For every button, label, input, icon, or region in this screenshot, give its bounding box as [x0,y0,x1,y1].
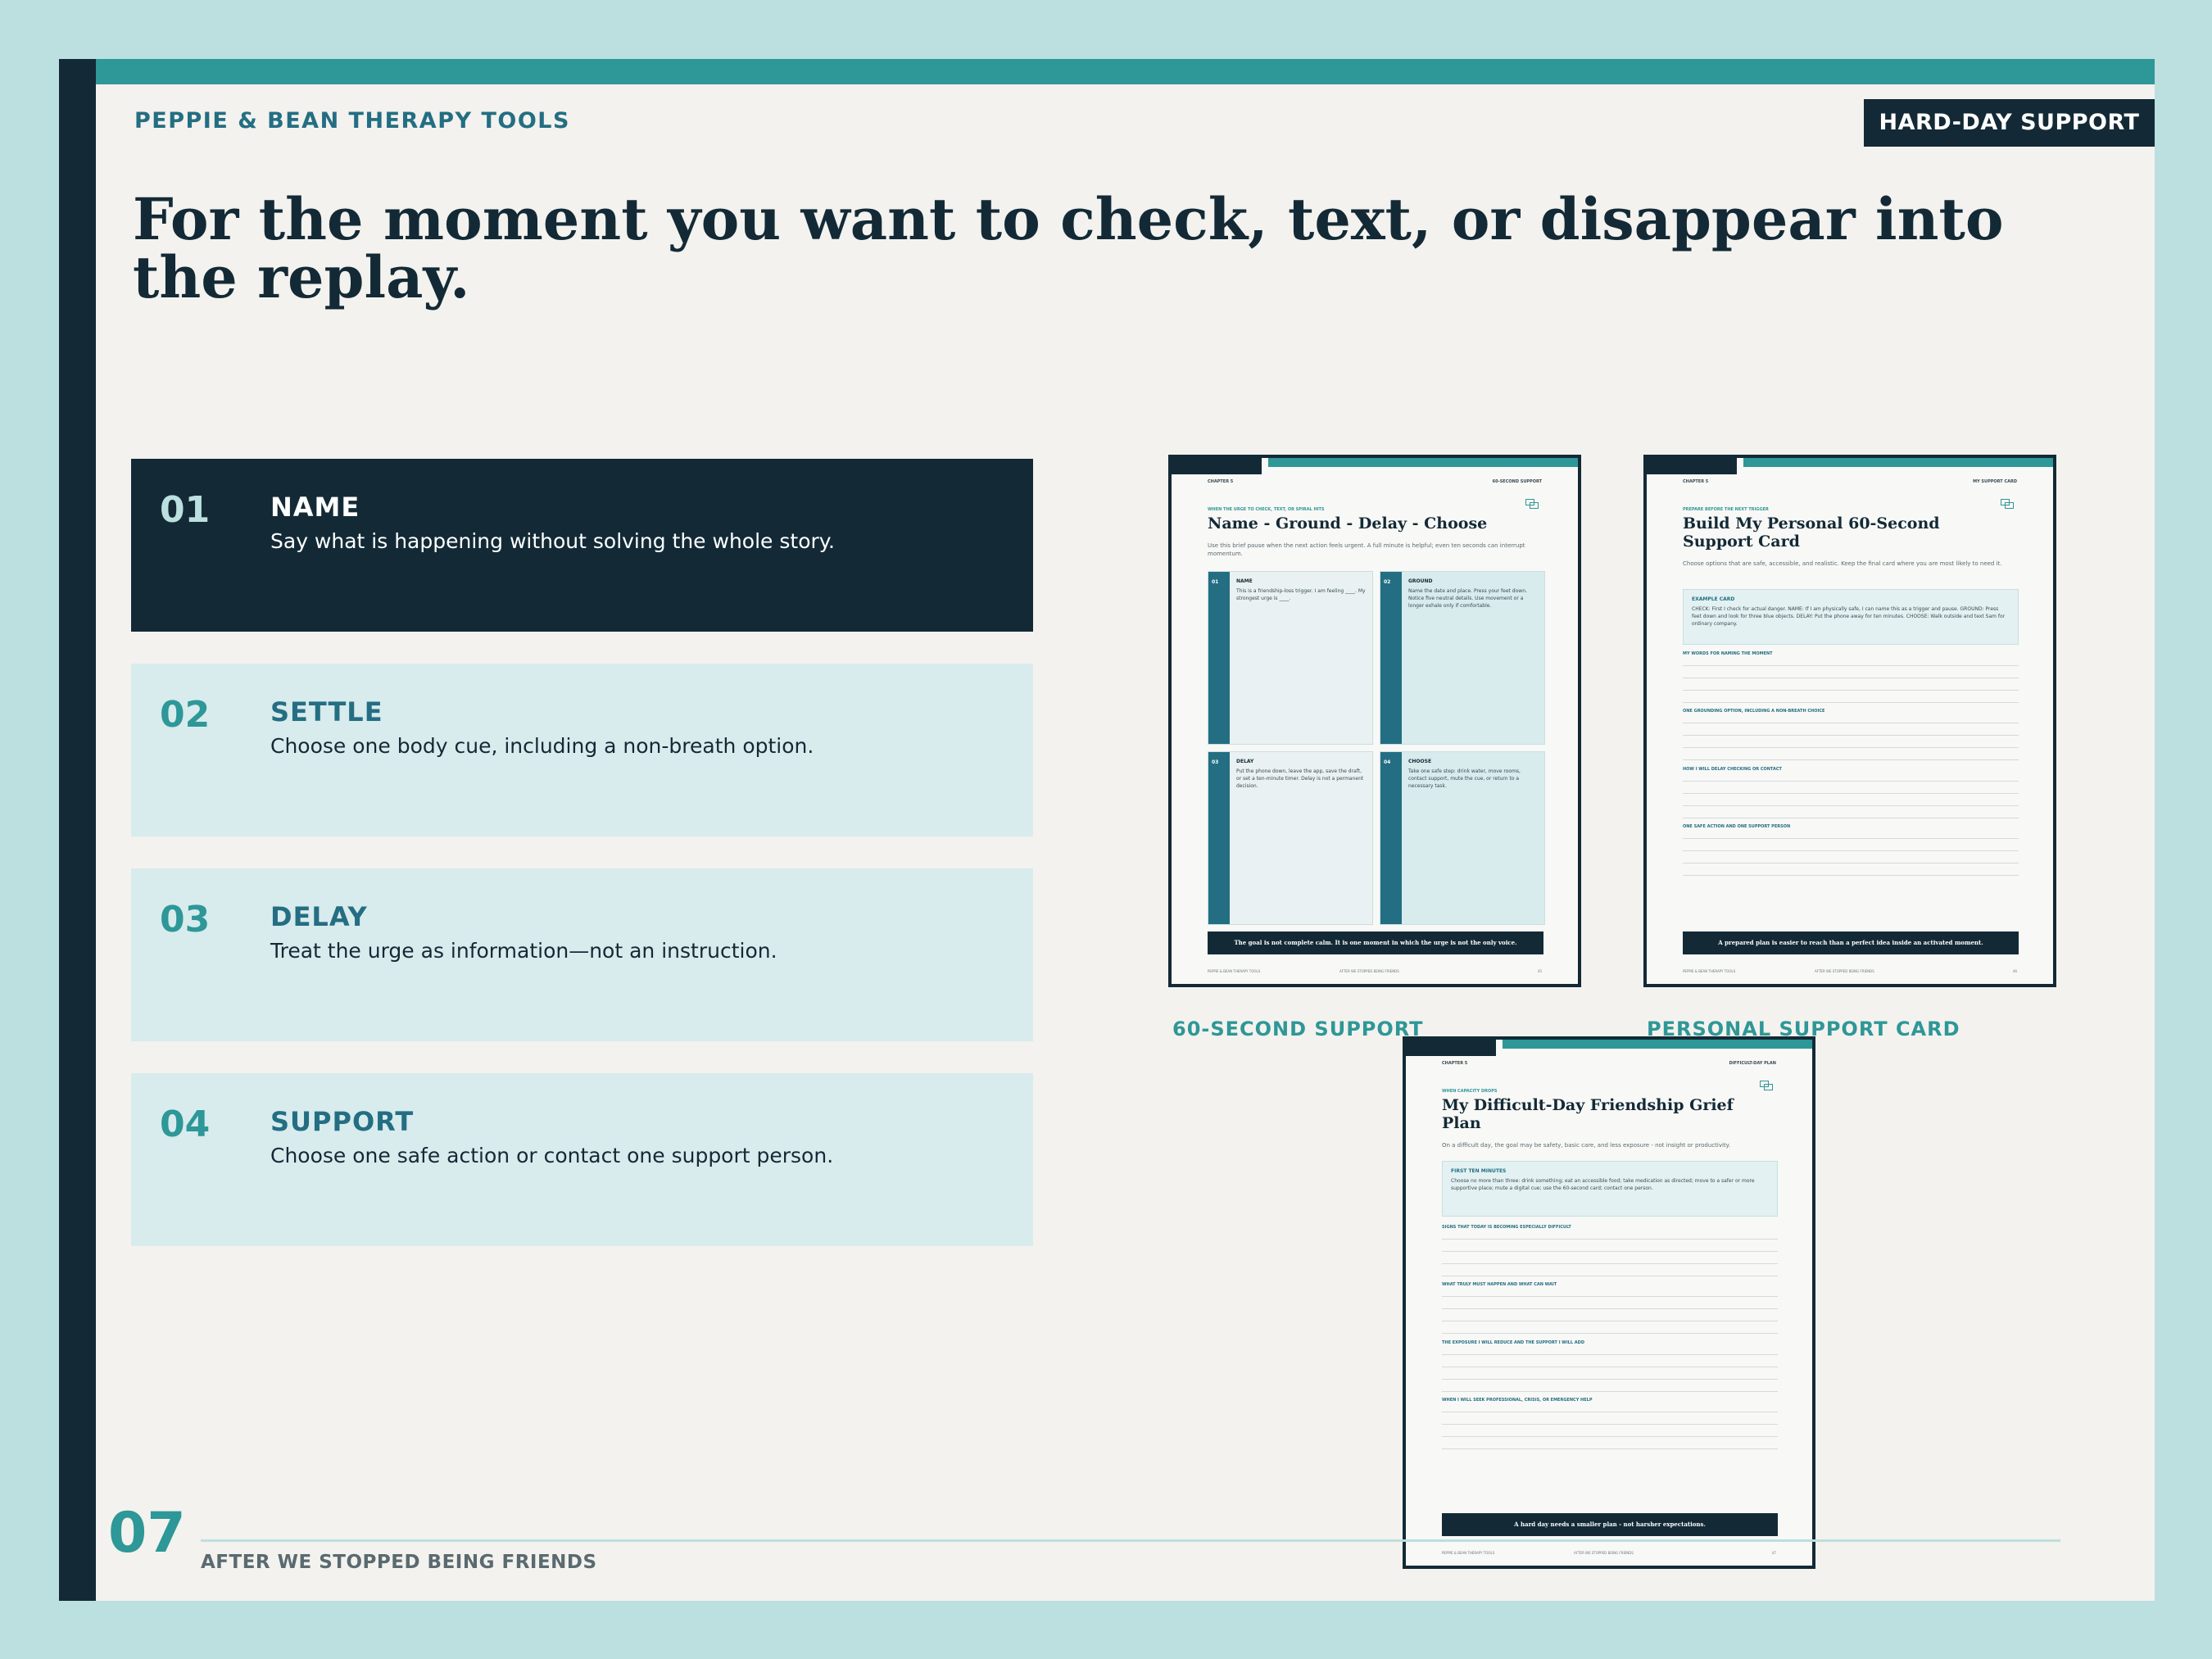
preview-box-head: FIRST TEN MINUTES [1451,1168,1507,1174]
preview-card-number: 01 [1212,579,1219,585]
preview-section-label: WHAT TRULY MUST HAPPEN AND WHAT CAN WAIT [1442,1282,1557,1287]
preview-foot-page: 45 [1537,969,1542,973]
preview-foot-mid: AFTER WE STOPPED BEING FRIENDS [1574,1551,1634,1555]
preview-foot-mid: AFTER WE STOPPED BEING FRIENDS [1815,969,1874,973]
preview-card-text: Put the phone down, leave the app, save … [1236,768,1364,789]
preview-kicker: WHEN THE URGE TO CHECK, TEXT, OR SPIRAL … [1208,507,1325,512]
preview-foot-mid: AFTER WE STOPPED BEING FRIENDS [1339,969,1399,973]
preview-step-card: 04 CHOOSE Take one safe step: drink wate… [1380,751,1545,925]
preview-personal-support-card: CHAPTER 5 MY SUPPORT CARD PREPARE BEFORE… [1643,455,2056,987]
preview-chapter: CHAPTER 5 [1442,1061,1468,1066]
preview-box-head: EXAMPLE CARD [1692,596,1735,602]
preview-step-card: 02 GROUND Name the date and place. Press… [1380,571,1545,745]
preview-title: Build My Personal 60-Second Support Card [1683,514,1940,551]
step-title: SETTLE [270,696,383,728]
preview-footer-banner: A prepared plan is easier to reach than … [1683,931,2019,954]
preview-foot-left: PEPPIE & BEAN THERAPY TOOLS [1208,969,1261,973]
preview-title: My Difficult-Day Friendship Grief Plan [1442,1096,1734,1132]
step-description: Say what is happening without solving th… [270,529,835,553]
preview-stripe [1743,458,2053,467]
step-number: 02 [160,694,211,736]
preview-card-head: CHOOSE [1408,759,1432,764]
preview-title: Name - Ground - Delay - Choose [1208,514,1488,533]
preview-chapter: CHAPTER 5 [1208,479,1234,484]
preview-footer-banner: A hard day needs a smaller plan - not ha… [1442,1513,1778,1536]
preview-stripe [1503,1040,1812,1049]
preview-difficult-day-plan: CHAPTER 5 DIFFICULT-DAY PLAN WHEN CAPACI… [1403,1036,1815,1569]
preview-tab [1172,458,1262,474]
preview-section-label: SIGNS THAT TODAY IS BECOMING ESPECIALLY … [1442,1225,1571,1230]
preview-kicker: WHEN CAPACITY DROPS [1442,1089,1498,1094]
preview-chapter: CHAPTER 5 [1683,479,1709,484]
step-description: Choose one safe action or contact one su… [270,1144,834,1167]
preview-box-text: Choose no more than three: drink somethi… [1451,1178,1755,1191]
step-number: 04 [160,1104,211,1145]
preview-tag: MY SUPPORT CARD [1973,479,2017,484]
copy-icon [1525,499,1539,509]
preview-section-label: HOW I WILL DELAY CHECKING OR CONTACT [1683,767,1782,772]
preview-card-head: DELAY [1236,759,1254,764]
preview-tag: 60-SECOND SUPPORT [1492,479,1542,484]
preview-step-card: 03 DELAY Put the phone down, leave the a… [1208,751,1373,925]
copy-icon [1760,1081,1773,1090]
preview-subtitle: On a difficult day, the goal may be safe… [1442,1142,1731,1149]
step-card-name: 01 NAME Say what is happening without so… [131,459,1033,632]
preview-kicker: PREPARE BEFORE THE NEXT TRIGGER [1683,507,1769,512]
preview-tab [1406,1040,1496,1056]
book-title: AFTER WE STOPPED BEING FRIENDS [201,1552,597,1573]
preview-subtitle: Choose options that are safe, accessible… [1683,560,2002,567]
section-badge: HARD-DAY SUPPORT [1864,99,2155,147]
preview-section-label: ONE SAFE ACTION AND ONE SUPPORT PERSON [1683,824,1791,829]
step-description: Choose one body cue, including a non-bre… [270,734,814,758]
footer-rule [201,1539,2060,1542]
step-number: 01 [160,489,211,531]
preview-section-label: MY WORDS FOR NAMING THE MOMENT [1683,651,1773,656]
preview-tag: DIFFICULT-DAY PLAN [1729,1061,1776,1066]
page-number: 07 [108,1501,186,1566]
preview-section-label: THE EXPOSURE I WILL REDUCE AND THE SUPPO… [1442,1340,1584,1345]
preview-card-head: GROUND [1408,578,1433,584]
preview-foot-page: 47 [1771,1551,1776,1555]
preview-card-number: 02 [1384,579,1391,585]
preview-step-card: 01 NAME This is a friendship-loss trigge… [1208,571,1373,745]
step-card-delay: 03 DELAY Treat the urge as information—n… [131,868,1033,1041]
preview-card-number: 04 [1384,759,1391,765]
copy-icon [2001,499,2014,509]
preview-60-second-support: CHAPTER 5 60-SECOND SUPPORT WHEN THE URG… [1168,455,1581,987]
preview-card-text: This is a friendship-loss trigger. I am … [1236,588,1366,601]
preview-tab [1647,458,1737,474]
preview-first-ten-box: FIRST TEN MINUTES Choose no more than th… [1442,1161,1778,1217]
left-accent-bar [59,59,96,1601]
preview-foot-page: 46 [2012,969,2017,973]
slide: PEPPIE & BEAN THERAPY TOOLS HARD-DAY SUP… [59,59,2155,1601]
step-number: 03 [160,899,211,941]
preview-subtitle: Use this brief pause when the next actio… [1208,542,1525,557]
preview-foot-left: PEPPIE & BEAN THERAPY TOOLS [1683,969,1736,973]
preview-foot-left: PEPPIE & BEAN THERAPY TOOLS [1442,1551,1495,1555]
step-title: SUPPORT [270,1106,415,1137]
preview-card-text: Take one safe step: drink water, move ro… [1408,768,1521,789]
step-title: NAME [270,492,360,523]
preview-caption: 60-SECOND SUPPORT [1172,1018,1424,1040]
step-title: DELAY [270,901,368,932]
preview-section-label: ONE GROUNDING OPTION, INCLUDING A NON-BR… [1683,709,1825,714]
preview-card-number: 03 [1212,759,1219,765]
page-title: For the moment you want to check, text, … [133,185,2004,311]
preview-card-text: Name the date and place. Press your feet… [1408,588,1527,609]
top-accent-bar [96,59,2155,84]
preview-example-box: EXAMPLE CARD CHECK: First I check for ac… [1683,589,2019,645]
preview-section-label: WHEN I WILL SEEK PROFESSIONAL, CRISIS, O… [1442,1398,1593,1403]
preview-card-head: NAME [1236,578,1253,584]
brand-label: PEPPIE & BEAN THERAPY TOOLS [134,108,570,134]
step-card-support: 04 SUPPORT Choose one safe action or con… [131,1073,1033,1246]
preview-box-text: CHECK: First I check for actual danger. … [1692,606,2006,627]
preview-stripe [1268,458,1578,467]
step-description: Treat the urge as information—not an ins… [270,939,777,963]
step-card-settle: 02 SETTLE Choose one body cue, including… [131,664,1033,836]
preview-footer-banner: The goal is not complete calm. It is one… [1208,931,1543,954]
